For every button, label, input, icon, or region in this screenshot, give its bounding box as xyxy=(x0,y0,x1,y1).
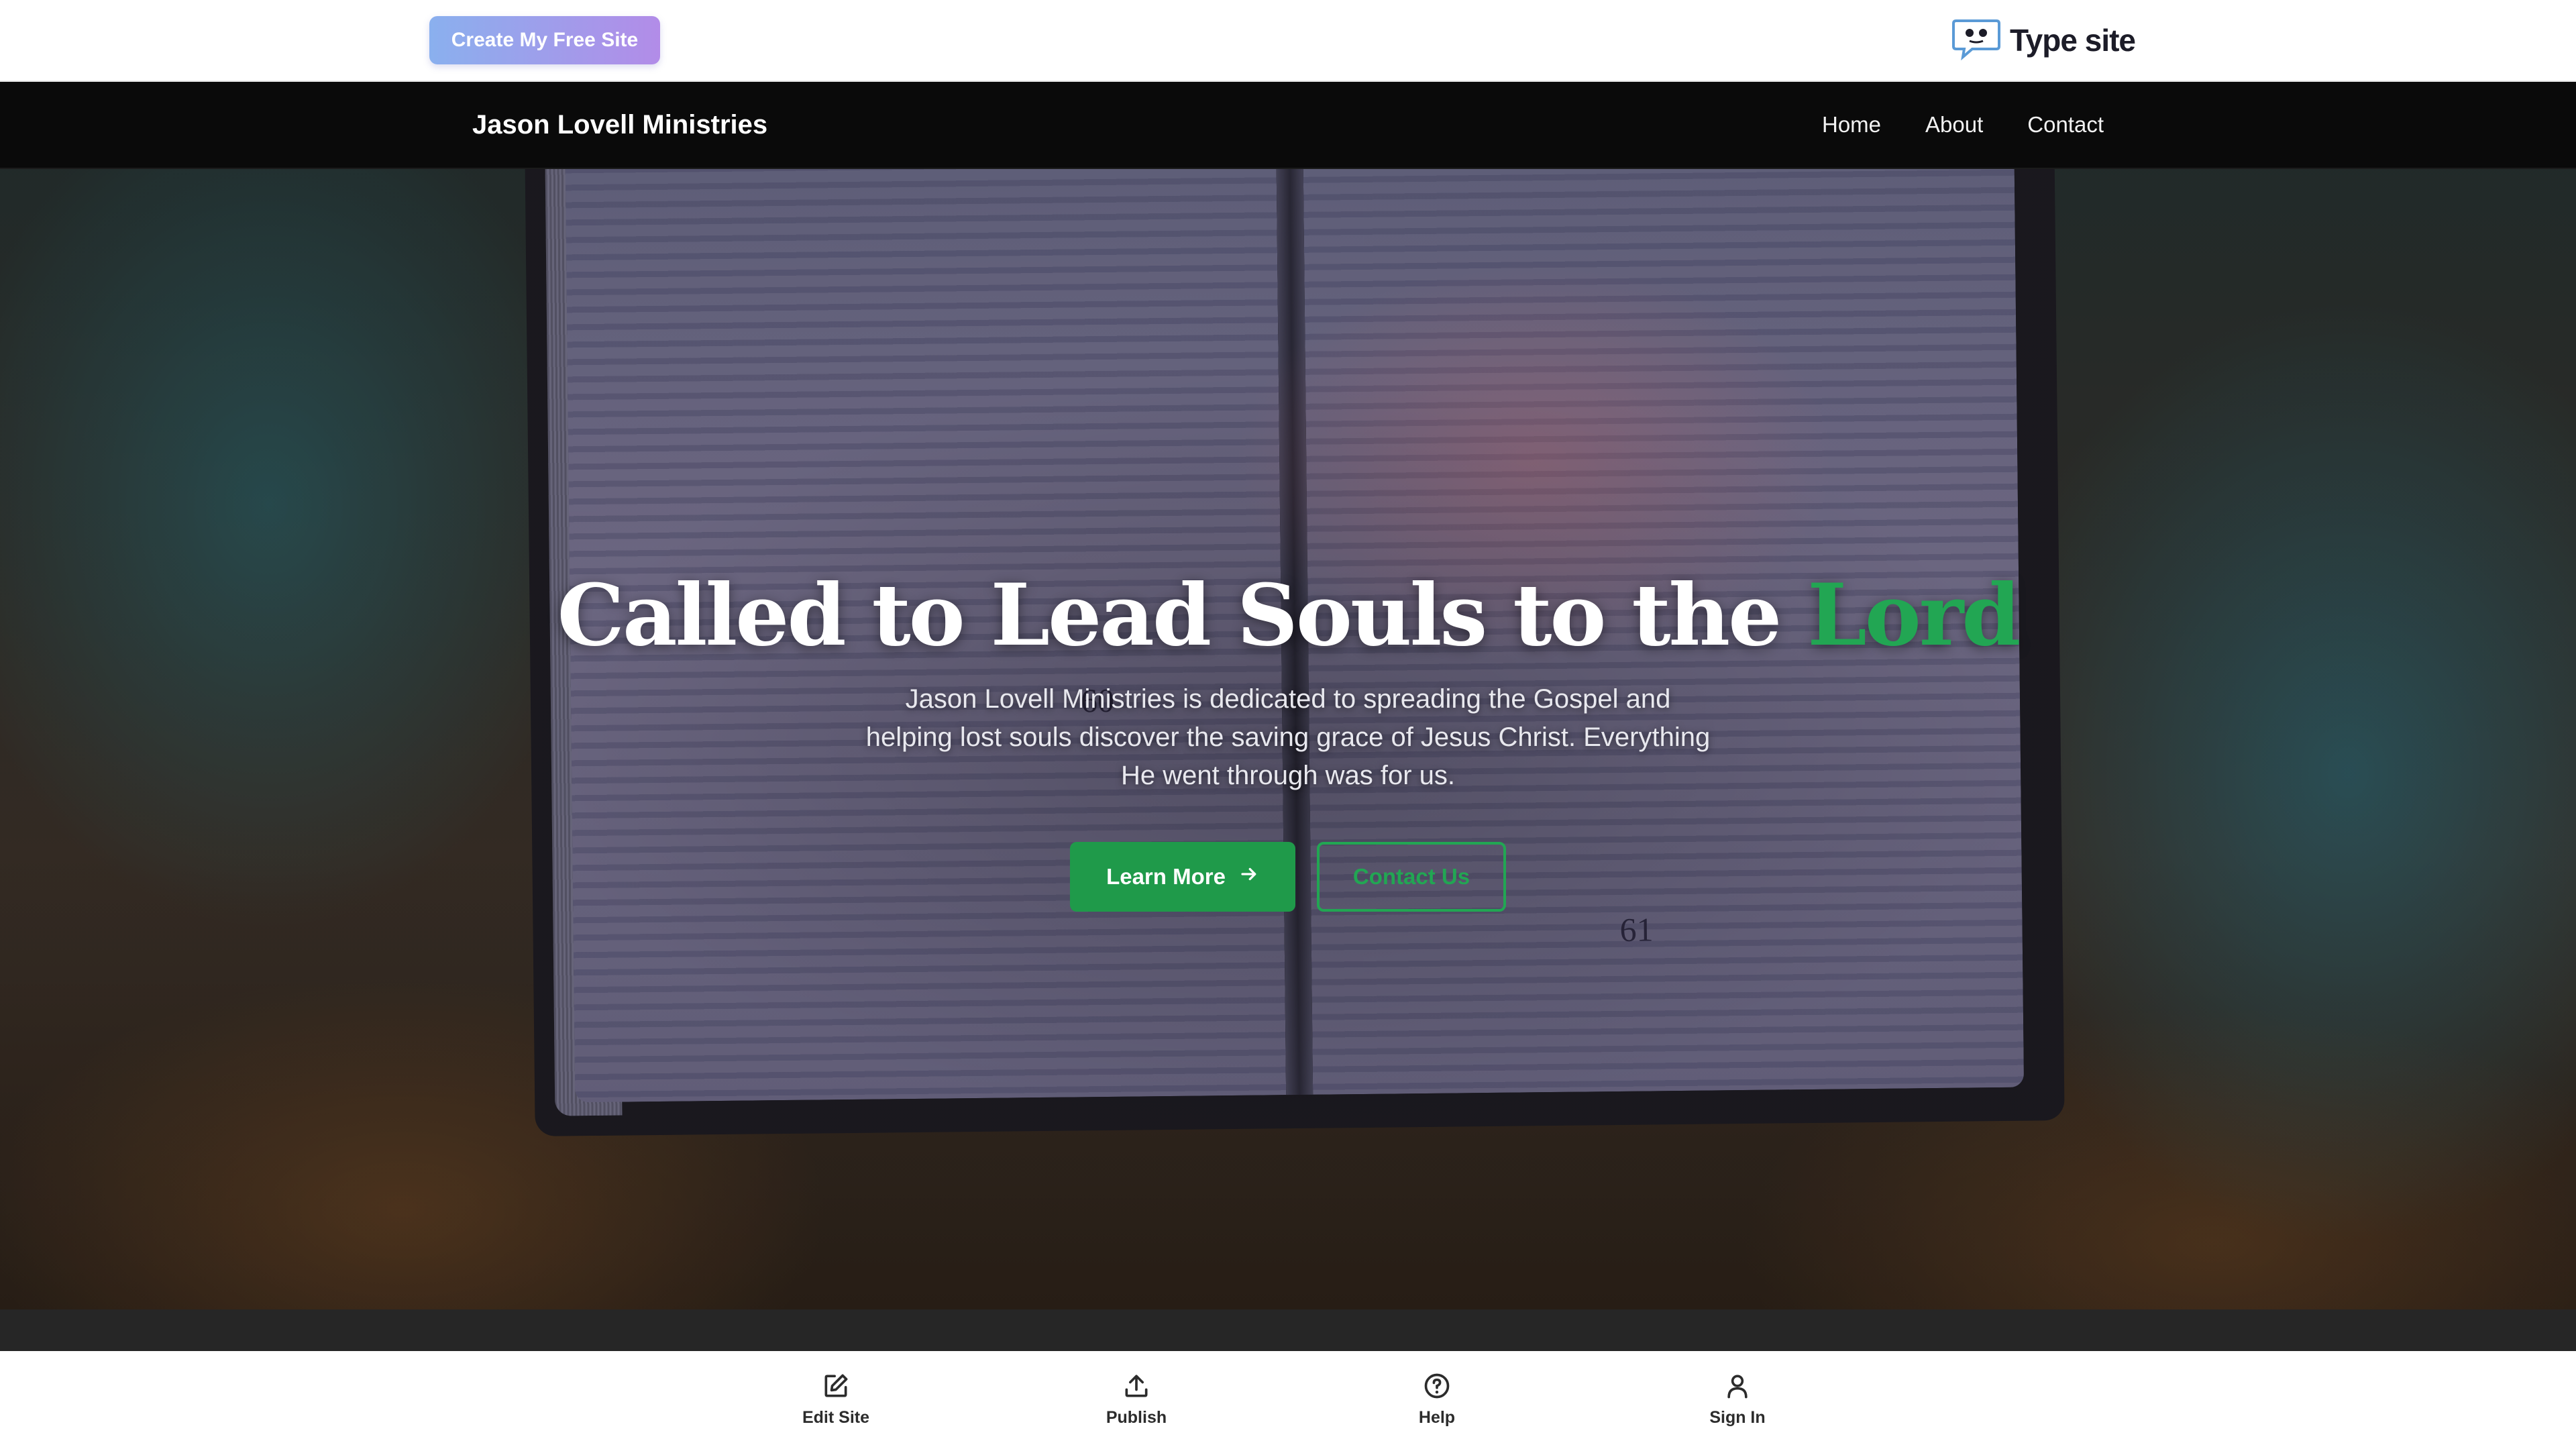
hero-headline: Called to Lead Souls to the Lord xyxy=(0,558,2576,672)
help-button[interactable]: Help xyxy=(1363,1371,1511,1438)
nav-links: Home About Contact xyxy=(1822,82,2104,168)
speech-bubble-eyes-icon xyxy=(1952,17,2000,64)
edit-site-label: Edit Site xyxy=(802,1408,869,1427)
publish-button[interactable]: Publish xyxy=(1063,1371,1210,1438)
cta-row: Learn More Contact Us xyxy=(0,842,2576,912)
promo-bar: Create My Free Site Type site xyxy=(0,0,2576,82)
hero-section: 60 61 Called to Lead Souls to the Lord J… xyxy=(0,169,2576,1309)
hero-content: Called to Lead Souls to the Lord Jason L… xyxy=(0,558,2576,912)
site-nav: Jason Lovell Ministries Home About Conta… xyxy=(0,82,2576,169)
sign-in-button[interactable]: Sign In xyxy=(1664,1371,1811,1438)
learn-more-label: Learn More xyxy=(1106,864,1226,889)
publish-label: Publish xyxy=(1106,1408,1167,1427)
headline-accent: Lord xyxy=(1807,566,2021,665)
nav-link-home[interactable]: Home xyxy=(1822,112,1881,138)
sign-in-label: Sign In xyxy=(1709,1408,1766,1427)
user-icon xyxy=(1723,1371,1752,1403)
help-circle-icon xyxy=(1422,1371,1452,1403)
arrow-right-icon xyxy=(1239,864,1259,890)
site-title[interactable]: Jason Lovell Ministries xyxy=(472,82,767,168)
edit-icon xyxy=(821,1371,851,1403)
upload-icon xyxy=(1122,1371,1151,1403)
nav-link-contact[interactable]: Contact xyxy=(2027,112,2104,138)
create-free-site-button[interactable]: Create My Free Site xyxy=(429,16,660,64)
edit-site-button[interactable]: Edit Site xyxy=(762,1371,910,1438)
bottom-toolbar: Edit Site Publish Help Sign In xyxy=(0,1351,2576,1449)
headline-main: Called to Lead Souls to the xyxy=(557,566,1782,665)
hero-subtitle: Jason Lovell Ministries is dedicated to … xyxy=(865,684,1711,790)
contact-us-button[interactable]: Contact Us xyxy=(1317,842,1506,912)
brand-logo[interactable]: Type site xyxy=(1952,16,2136,64)
learn-more-button[interactable]: Learn More xyxy=(1070,842,1295,912)
help-label: Help xyxy=(1418,1408,1456,1427)
brand-name: Type site xyxy=(2010,23,2136,58)
nav-link-about[interactable]: About xyxy=(1925,112,1983,138)
